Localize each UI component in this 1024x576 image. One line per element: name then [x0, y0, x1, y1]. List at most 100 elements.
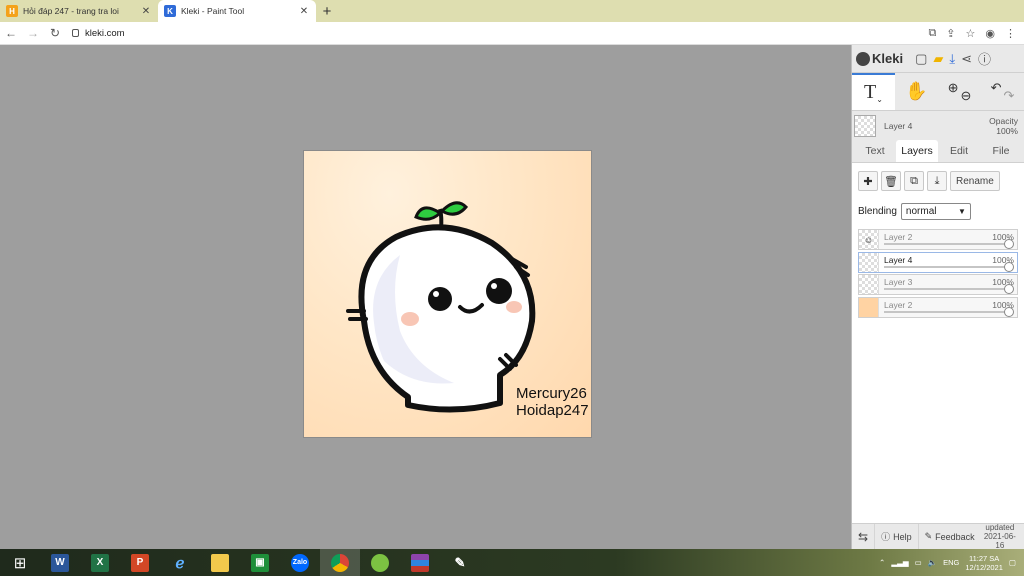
volume-icon[interactable]: 🔈	[928, 558, 937, 567]
watermark-line-1: Mercury26	[516, 385, 587, 402]
redo-icon[interactable]: ↷	[1004, 88, 1015, 104]
layer-opacity-slider[interactable]	[884, 243, 1013, 245]
taskbar-file-explorer[interactable]	[200, 549, 240, 576]
kleki-favicon-icon: K	[164, 5, 176, 17]
tab-title: Hỏi đáp 247 - trang tra loi	[23, 6, 119, 16]
layer-opacity-handle[interactable]	[1004, 261, 1014, 272]
tab-title: Kleki - Paint Tool	[181, 6, 245, 16]
rename-layer-button[interactable]: Rename	[950, 171, 1000, 191]
layer-row[interactable]: Layer 2 100%	[858, 296, 1018, 318]
layer-opacity-handle[interactable]	[1004, 284, 1014, 294]
new-tab-button[interactable]: +	[316, 0, 338, 22]
zoom-out-icon[interactable]: ⊖	[961, 88, 972, 104]
bookmark-star-icon[interactable]: ☆	[966, 27, 976, 40]
swap-arrows-icon: ⇆	[858, 529, 869, 544]
sprout-leaf-right	[439, 201, 469, 216]
layer-opacity-slider[interactable]	[884, 288, 1013, 290]
browser-tab-strip: H Hỏi đáp 247 - trang tra loi ✕ K Kleki …	[0, 0, 1024, 22]
current-layer-name: Layer 4	[884, 121, 913, 131]
battery-icon[interactable]: ▭	[915, 558, 922, 567]
browser-tab-hoidap[interactable]: H Hỏi đáp 247 - trang tra loi ✕	[0, 0, 158, 22]
layer-opacity-slider[interactable]	[884, 265, 1013, 268]
hoidap-favicon-icon: H	[6, 5, 18, 17]
kleki-logo: Kleki	[856, 51, 903, 66]
layer-opacity-slider[interactable]	[884, 310, 1013, 313]
watermark-text: Mercury26 Hoidap247	[516, 385, 589, 419]
excel-icon: X	[91, 553, 109, 572]
undo-icon[interactable]: ↶	[991, 80, 1002, 96]
delete-layer-button[interactable]: 🗑	[881, 171, 901, 191]
layer-buttons: ✚ 🗑 ⧉ ⤓ Rename	[852, 163, 1024, 199]
address-bar[interactable]: kleki.com	[72, 28, 125, 39]
language-indicator[interactable]: ENG	[943, 558, 959, 567]
download-icon[interactable]: ⤓	[949, 51, 955, 67]
layer-list: ☺ Layer 2 100% Layer 4 100% Layer 3 100%…	[852, 223, 1024, 321]
close-tab-icon[interactable]: ✕	[298, 6, 310, 17]
windows-taskbar: ⊞ W X P ℯ ▣ Zalo ✎ ⌃ ▂▃▅ ▭ 🔈 ENG 11:27 S…	[0, 549, 1024, 576]
forward-icon[interactable]: →	[22, 26, 44, 40]
taskbar-store[interactable]: ▣	[240, 549, 280, 576]
close-tab-icon[interactable]: ✕	[140, 6, 152, 17]
hand-tool-button[interactable]: ✋	[895, 73, 938, 110]
taskbar-excel[interactable]: X	[80, 549, 120, 576]
merge-down-icon: ⤓	[934, 174, 940, 187]
start-button[interactable]: ⊞	[0, 549, 40, 576]
taskbar-zalo[interactable]: Zalo	[280, 549, 320, 576]
zoom-buttons: ⊕ ⊖	[938, 73, 981, 110]
canvas-area[interactable]: Mercury26 Hoidap247	[0, 45, 851, 549]
back-icon[interactable]: ←	[0, 26, 22, 40]
open-folder-icon[interactable]: ▰	[933, 51, 943, 67]
layer-thumbnail	[859, 297, 879, 317]
taskbar-internet-explorer[interactable]: ℯ	[160, 549, 200, 576]
layer-thumbnail	[859, 252, 879, 272]
taskbar-powerpoint[interactable]: P	[120, 549, 160, 576]
layer-name: Layer 4	[884, 254, 913, 265]
watermark-line-2: Hoidap247	[516, 402, 589, 419]
opacity-readout: Opacity 100%	[989, 116, 1022, 136]
tab-edit[interactable]: Edit	[938, 140, 980, 162]
layer-row[interactable]: Layer 4 100%	[858, 251, 1018, 273]
tray-chevron-up-icon[interactable]: ⌃	[879, 558, 885, 567]
merge-layer-button[interactable]: ⤓	[927, 171, 947, 191]
logo-text: Kleki	[872, 51, 904, 66]
artboard[interactable]: Mercury26 Hoidap247	[303, 150, 592, 438]
wifi-signal-icon[interactable]: ▂▃▅	[891, 558, 908, 567]
tab-file[interactable]: File	[980, 140, 1022, 162]
taskbar-chrome[interactable]	[320, 549, 360, 576]
taskbar-app-green[interactable]	[360, 549, 400, 576]
folder-icon	[211, 553, 229, 572]
feedback-button[interactable]: ✎ Feedback	[919, 524, 981, 550]
sprout-leaf-left	[414, 206, 443, 221]
clock[interactable]: 11:27 SA 12/12/2021	[965, 554, 1003, 572]
zoom-in-icon[interactable]: ⊕	[948, 80, 959, 96]
taskbar-winrar[interactable]	[400, 549, 440, 576]
layer-row[interactable]: ☺ Layer 2 100%	[858, 229, 1018, 250]
layer-row[interactable]: Layer 3 100%	[858, 274, 1018, 295]
text-tool-button[interactable]: T ⌄	[852, 73, 895, 110]
internet-explorer-icon: ℯ	[175, 554, 185, 572]
reload-icon[interactable]: ↻	[44, 26, 66, 40]
tab-layers[interactable]: Layers	[896, 140, 938, 162]
help-button[interactable]: ⓘ Help	[875, 523, 919, 550]
help-circle-icon[interactable]: ⓘ	[978, 49, 991, 68]
clock-time: 11:27 SA	[968, 553, 1000, 563]
browser-tab-kleki[interactable]: K Kleki - Paint Tool ✕	[158, 0, 316, 22]
add-layer-button[interactable]: ✚	[858, 171, 878, 191]
blending-select[interactable]: normal ▼	[900, 202, 971, 220]
layer-opacity-handle[interactable]	[1004, 306, 1014, 317]
layer-opacity-handle[interactable]	[1004, 239, 1014, 249]
swap-sides-button[interactable]: ⇆	[852, 523, 876, 550]
taskbar-word[interactable]: W	[40, 549, 80, 576]
notification-icon[interactable]: ▢	[1009, 558, 1016, 567]
translate-icon[interactable]: ⧉	[928, 27, 936, 40]
menu-kebab-icon[interactable]: ⋮	[1005, 27, 1016, 40]
updated-info: updated 2021-06-16	[981, 523, 1024, 550]
taskbar-paint[interactable]: ✎	[440, 549, 480, 576]
profile-avatar-icon[interactable]: ◉	[985, 27, 995, 40]
duplicate-layer-button[interactable]: ⧉	[904, 171, 924, 191]
current-layer-thumbnail	[854, 115, 876, 137]
new-image-icon[interactable]: ▢	[915, 51, 927, 67]
share-icon[interactable]: ⋖	[961, 51, 972, 67]
tab-text[interactable]: Text	[854, 140, 896, 162]
share-icon[interactable]: ⇪	[946, 27, 955, 40]
